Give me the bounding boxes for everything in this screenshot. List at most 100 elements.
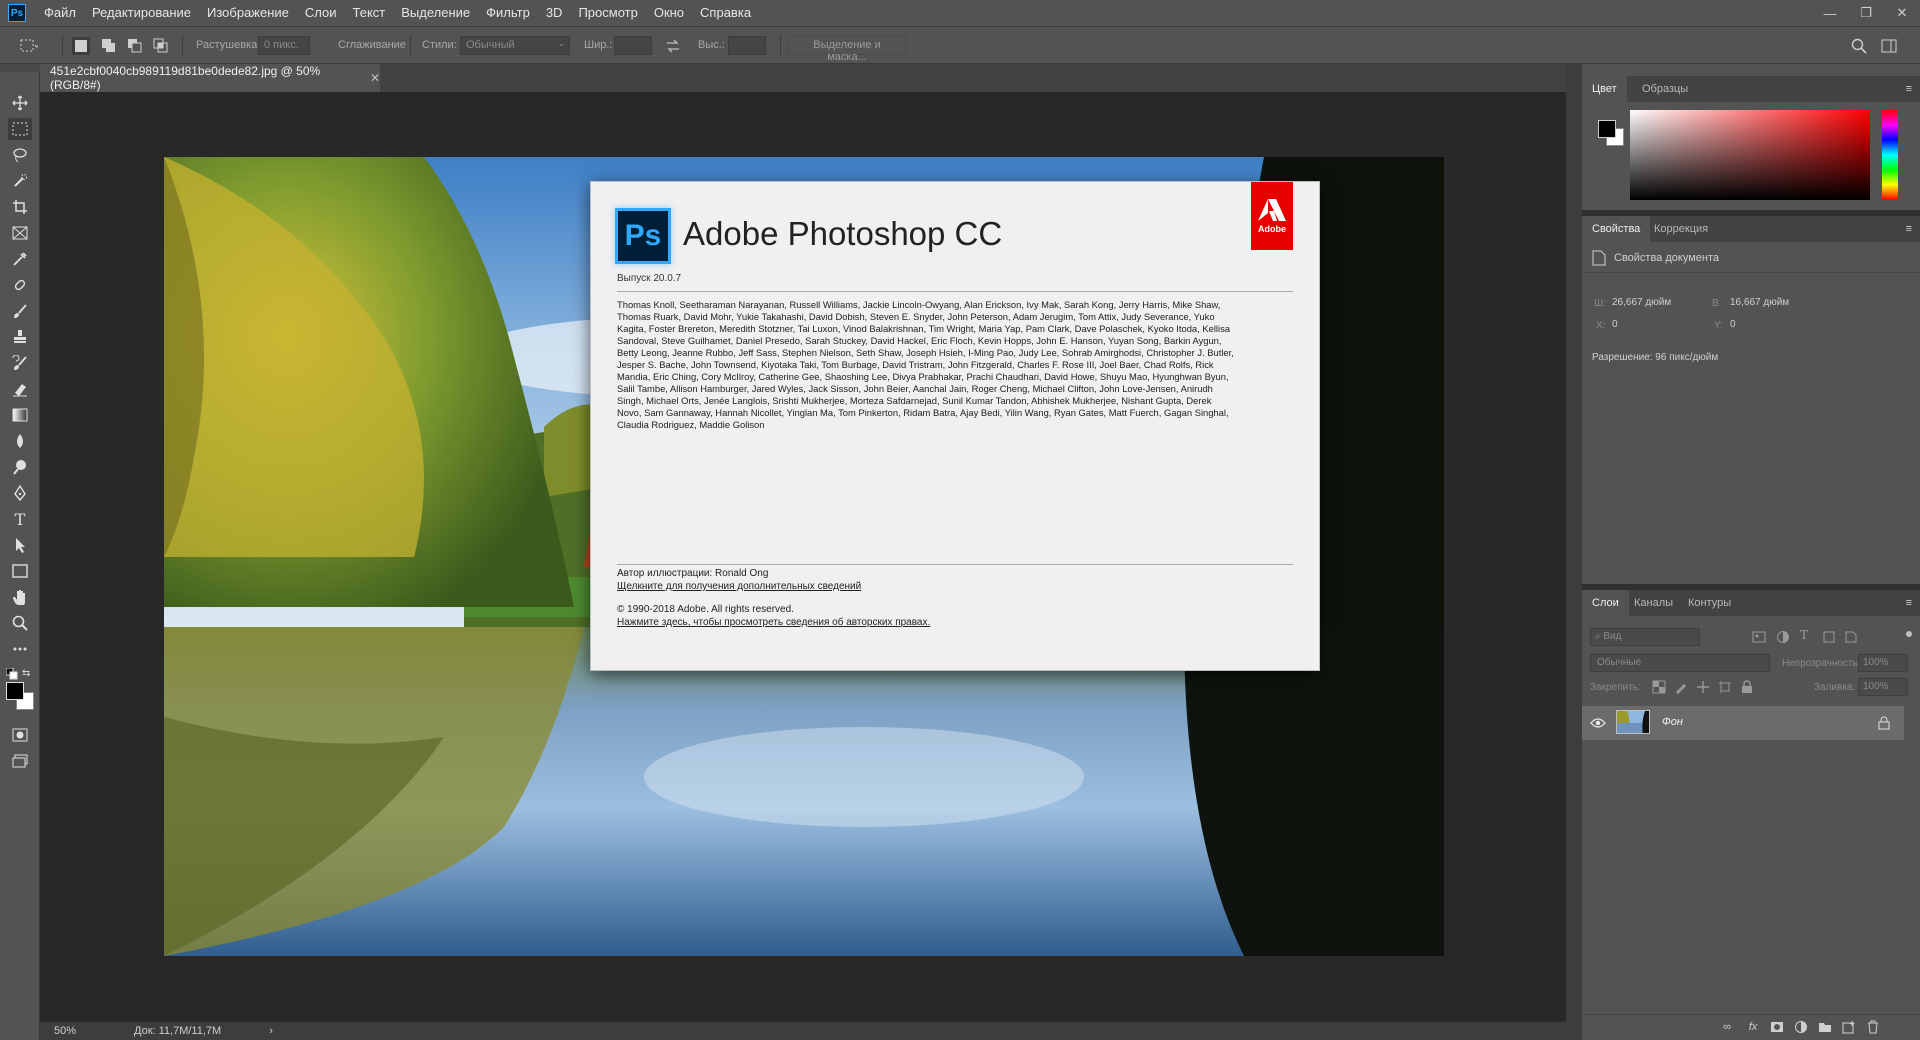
blur-tool-icon[interactable] (8, 430, 32, 452)
link-layers-icon[interactable]: ∞ (1720, 1020, 1734, 1034)
menu-help[interactable]: Справка (692, 0, 759, 26)
filter-adjustment-icon[interactable] (1776, 630, 1790, 644)
search-icon[interactable] (1850, 37, 1868, 55)
height-input[interactable] (728, 36, 766, 55)
swap-colors-icon[interactable]: ⇆ (22, 668, 34, 680)
add-selection-icon[interactable] (100, 37, 118, 55)
style-select[interactable]: Обычный ⌄ (460, 36, 570, 55)
rectangular-marquee-tool-icon[interactable] (8, 118, 32, 140)
height-prop-value[interactable]: 16,667 дюйм (1730, 297, 1789, 308)
type-tool-icon[interactable]: T (8, 508, 32, 530)
hue-slider[interactable] (1882, 110, 1898, 200)
about-dialog[interactable]: Ps Adobe Photoshop CC Adobe Выпуск 20.0.… (590, 181, 1320, 671)
photoshop-app-icon[interactable]: Ps (8, 4, 26, 22)
status-menu-arrow-icon[interactable]: › (269, 1025, 273, 1037)
menu-view[interactable]: Просмотр (570, 0, 645, 26)
menu-image[interactable]: Изображение (199, 0, 297, 26)
tab-properties[interactable]: Свойства (1582, 216, 1651, 242)
layer-row[interactable]: Фон (1582, 706, 1904, 740)
gradient-tool-icon[interactable] (8, 404, 32, 426)
restore-button[interactable]: ❐ (1848, 0, 1884, 26)
filter-type-icon[interactable]: T (1800, 628, 1814, 642)
menu-text[interactable]: Текст (345, 0, 394, 26)
marquee-tool-preset-icon[interactable] (20, 37, 38, 55)
swap-dimensions-icon[interactable] (664, 37, 682, 55)
close-button[interactable]: ✕ (1884, 0, 1920, 26)
tab-color[interactable]: Цвет (1582, 76, 1627, 102)
menu-edit[interactable]: Редактирование (84, 0, 199, 26)
path-selection-tool-icon[interactable] (8, 534, 32, 556)
close-tab-icon[interactable]: ✕ (370, 71, 380, 85)
zoom-tool-icon[interactable] (8, 612, 32, 634)
adjustment-layer-icon[interactable] (1794, 1020, 1808, 1034)
eyedropper-tool-icon[interactable] (8, 248, 32, 270)
panel-menu-icon[interactable]: ≡ (1906, 83, 1912, 95)
history-brush-tool-icon[interactable] (8, 352, 32, 374)
filter-pixel-icon[interactable] (1752, 630, 1766, 644)
minimize-button[interactable]: — (1812, 0, 1848, 26)
layer-style-icon[interactable]: fx (1746, 1020, 1760, 1034)
select-and-mask-button[interactable]: Выделение и маска... (788, 36, 906, 63)
y-prop-value[interactable]: 0 (1730, 319, 1736, 330)
new-selection-icon[interactable] (72, 37, 90, 55)
layer-filter-select[interactable]: ⌕ Вид (1590, 628, 1700, 646)
filter-smart-object-icon[interactable] (1844, 630, 1858, 644)
x-prop-value[interactable]: 0 (1612, 319, 1618, 330)
quick-mask-icon[interactable] (8, 724, 32, 746)
feather-input[interactable]: 0 пикс. (258, 36, 310, 55)
menu-filter[interactable]: Фильтр (478, 0, 538, 26)
rectangle-tool-icon[interactable] (8, 560, 32, 582)
clone-stamp-tool-icon[interactable] (8, 326, 32, 348)
blend-mode-select[interactable]: Обычные (1590, 654, 1770, 672)
copyright-info-link[interactable]: Нажмите здесь, чтобы просмотреть сведени… (617, 617, 930, 628)
color-panel-foreground-swatch[interactable] (1598, 120, 1616, 138)
color-picker-field[interactable] (1630, 110, 1870, 200)
lock-position-icon[interactable] (1696, 680, 1710, 694)
delete-layer-icon[interactable] (1866, 1020, 1880, 1034)
width-prop-value[interactable]: 26,667 дюйм (1612, 297, 1671, 308)
brush-tool-icon[interactable] (8, 300, 32, 322)
vertical-scrollbar[interactable] (1566, 64, 1582, 1040)
layer-mask-icon[interactable] (1770, 1020, 1784, 1034)
hand-tool-icon[interactable] (8, 586, 32, 608)
subtract-selection-icon[interactable] (126, 37, 144, 55)
eraser-tool-icon[interactable] (8, 378, 32, 400)
intersect-selection-icon[interactable] (152, 37, 170, 55)
filter-toggle-icon[interactable] (1906, 631, 1912, 637)
layer-name[interactable]: Фон (1662, 716, 1683, 728)
opacity-input[interactable]: 100% (1858, 654, 1908, 672)
new-layer-icon[interactable] (1842, 1020, 1856, 1034)
panel-menu-icon[interactable]: ≡ (1906, 597, 1912, 609)
lock-artboard-icon[interactable] (1718, 680, 1732, 694)
crop-tool-icon[interactable] (8, 196, 32, 218)
lasso-tool-icon[interactable] (8, 144, 32, 166)
more-tools-icon[interactable] (8, 638, 32, 660)
menu-layers[interactable]: Слои (297, 0, 345, 26)
tab-paths[interactable]: Контуры (1678, 590, 1741, 616)
tab-swatches[interactable]: Образцы (1632, 76, 1698, 102)
healing-brush-tool-icon[interactable] (8, 274, 32, 296)
screen-mode-icon[interactable] (8, 750, 32, 772)
document-tab[interactable]: 451e2cbf0040cb989119d81be0dede82.jpg @ 5… (40, 64, 380, 92)
tab-layers[interactable]: Слои (1582, 590, 1629, 616)
tab-channels[interactable]: Каналы (1624, 590, 1683, 616)
default-colors-icon[interactable] (5, 667, 18, 680)
menu-window[interactable]: Окно (646, 0, 692, 26)
dodge-tool-icon[interactable] (8, 456, 32, 478)
lock-pixels-icon[interactable] (1674, 680, 1688, 694)
menu-3d[interactable]: 3D (538, 0, 571, 26)
pen-tool-icon[interactable] (8, 482, 32, 504)
illustration-info-link[interactable]: Щелкните для получения дополнительных св… (617, 581, 861, 592)
fill-input[interactable]: 100% (1858, 678, 1908, 696)
panel-menu-icon[interactable]: ≡ (1906, 223, 1912, 235)
foreground-color-swatch[interactable] (6, 682, 24, 700)
workspace-icon[interactable] (1880, 37, 1898, 55)
move-tool-icon[interactable] (8, 92, 32, 114)
quick-selection-tool-icon[interactable] (8, 170, 32, 192)
lock-transparent-icon[interactable] (1652, 680, 1666, 694)
lock-all-icon[interactable] (1740, 680, 1754, 694)
zoom-level[interactable]: 50% (54, 1025, 134, 1037)
width-input[interactable] (614, 36, 652, 55)
menu-select[interactable]: Выделение (393, 0, 478, 26)
frame-tool-icon[interactable] (8, 222, 32, 244)
